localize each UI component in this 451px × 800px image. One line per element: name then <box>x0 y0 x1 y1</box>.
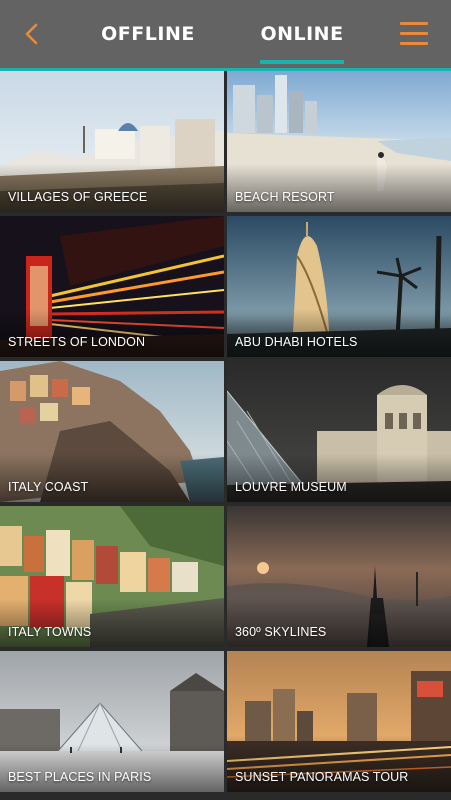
tour-label: STREETS OF LONDON <box>8 335 146 349</box>
tour-label: SUNSET PANORAMAS TOUR <box>235 770 409 784</box>
tour-label: ITALY COAST <box>8 480 89 494</box>
tour-tile-villages-of-greece[interactable]: VILLAGES OF GREECE <box>0 71 224 212</box>
tab-offline[interactable]: OFFLINE <box>92 0 204 68</box>
tour-tile-beach-resort[interactable]: BEACH RESORT <box>227 71 451 212</box>
back-button[interactable] <box>14 16 50 52</box>
tour-tile-abu-dhabi-hotels[interactable]: ABU DHABI HOTELS <box>227 216 451 357</box>
active-tab-indicator <box>260 60 344 64</box>
tour-tile-italy-towns[interactable]: ITALY TOWNS <box>0 506 224 647</box>
tour-tile-louvre-museum[interactable]: LOUVRE MUSEUM <box>227 361 451 502</box>
tour-label: BEACH RESORT <box>235 190 335 204</box>
tour-label: BEST PLACES IN PARIS <box>8 770 152 784</box>
tour-tile-360-skylines[interactable]: 360º SKYLINES <box>227 506 451 647</box>
app-header: OFFLINE ONLINE <box>0 0 451 68</box>
tour-grid: VILLAGES OF GREECE BEACH RESORT STREETS … <box>0 71 451 800</box>
tour-label: ITALY TOWNS <box>8 625 92 639</box>
menu-button[interactable] <box>398 18 434 50</box>
tour-label: VILLAGES OF GREECE <box>8 190 148 204</box>
tour-label: LOUVRE MUSEUM <box>235 480 347 494</box>
tour-label: 360º SKYLINES <box>235 625 327 639</box>
tour-label: ABU DHABI HOTELS <box>235 335 358 349</box>
tour-tile-streets-of-london[interactable]: STREETS OF LONDON <box>0 216 224 357</box>
tour-tile-best-places-in-paris[interactable]: BEST PLACES IN PARIS <box>0 651 224 792</box>
tour-tile-italy-coast[interactable]: ITALY COAST <box>0 361 224 502</box>
chevron-left-icon <box>25 23 38 45</box>
tab-online[interactable]: ONLINE <box>246 0 358 68</box>
tour-tile-sunset-panoramas-tour[interactable]: SUNSET PANORAMAS TOUR <box>227 651 451 792</box>
